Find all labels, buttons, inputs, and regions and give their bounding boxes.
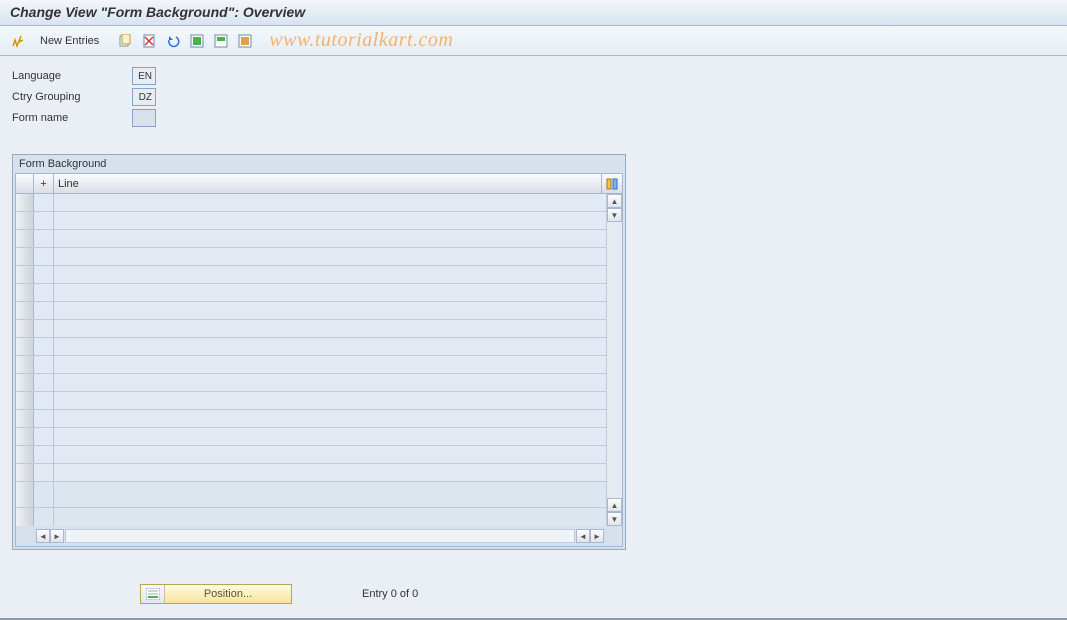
- position-button[interactable]: Position...: [140, 584, 292, 604]
- select-all-icon[interactable]: [187, 31, 207, 51]
- app-toolbar: New Entries www.tutorialkart.com: [0, 26, 1067, 56]
- col-line[interactable]: Line: [54, 174, 602, 193]
- position-icon: [141, 585, 165, 603]
- delete-icon[interactable]: [139, 31, 159, 51]
- col-configure-icon[interactable]: [602, 174, 622, 193]
- language-label: Language: [12, 70, 132, 82]
- table-row[interactable]: [16, 266, 606, 284]
- scroll-right-icon[interactable]: ►: [590, 529, 604, 543]
- copy-as-icon[interactable]: [115, 31, 135, 51]
- scroll-left-icon[interactable]: ◄: [576, 529, 590, 543]
- deselect-all-icon[interactable]: [235, 31, 255, 51]
- page-title: Change View "Form Background": Overview: [0, 0, 1067, 26]
- table-row[interactable]: [16, 194, 606, 212]
- grid-body: ▲ ▼ ▲ ▼: [16, 194, 622, 526]
- field-form-name: Form name: [12, 108, 1055, 128]
- ctry-grouping-input[interactable]: [132, 88, 156, 106]
- table-row[interactable]: [16, 356, 606, 374]
- watermark-text: www.tutorialkart.com: [269, 29, 453, 52]
- scroll-down-icon[interactable]: ▼: [607, 512, 622, 526]
- table-row[interactable]: [16, 230, 606, 248]
- form-name-label: Form name: [12, 112, 132, 124]
- toggle-display-icon[interactable]: [8, 31, 28, 51]
- table-row[interactable]: [16, 446, 606, 464]
- col-select-all[interactable]: [16, 174, 34, 193]
- grid: + Line: [15, 173, 623, 547]
- form-name-input[interactable]: [132, 109, 156, 127]
- table-row[interactable]: [16, 428, 606, 446]
- footer-bar: Position... Entry 0 of 0: [12, 584, 1055, 604]
- grid-header: + Line: [16, 174, 622, 194]
- scroll-up-icon[interactable]: ▲: [607, 498, 622, 512]
- table-row[interactable]: [16, 284, 606, 302]
- col-plus[interactable]: +: [34, 174, 54, 193]
- table-row[interactable]: [16, 464, 606, 482]
- table-row[interactable]: [16, 508, 606, 526]
- table-row[interactable]: [16, 212, 606, 230]
- entry-count: Entry 0 of 0: [362, 588, 418, 600]
- content-area: Language Ctry Grouping Form name Form Ba…: [0, 56, 1067, 604]
- table-row[interactable]: [16, 248, 606, 266]
- undo-change-icon[interactable]: [163, 31, 183, 51]
- table-row[interactable]: [16, 374, 606, 392]
- new-entries-button[interactable]: New Entries: [32, 33, 107, 49]
- scroll-right-icon[interactable]: ►: [50, 529, 64, 543]
- field-ctry-grouping: Ctry Grouping: [12, 87, 1055, 107]
- vertical-scrollbar[interactable]: ▲ ▼ ▲ ▼: [606, 194, 622, 526]
- table-row[interactable]: [16, 410, 606, 428]
- position-label: Position...: [165, 588, 291, 600]
- form-background-panel: Form Background + Line: [12, 154, 626, 550]
- field-language: Language: [12, 66, 1055, 86]
- scroll-up-icon[interactable]: ▲: [607, 194, 622, 208]
- horizontal-scrollbar[interactable]: ◄ ► ◄ ►: [16, 526, 622, 546]
- table-row[interactable]: [16, 320, 606, 338]
- ctry-grouping-label: Ctry Grouping: [12, 91, 132, 103]
- scroll-down-icon[interactable]: ▼: [607, 208, 622, 222]
- table-row[interactable]: [16, 338, 606, 356]
- table-row[interactable]: [16, 482, 606, 508]
- table-row[interactable]: [16, 302, 606, 320]
- table-row[interactable]: [16, 392, 606, 410]
- panel-title: Form Background: [13, 155, 625, 173]
- select-block-icon[interactable]: [211, 31, 231, 51]
- language-input[interactable]: [132, 67, 156, 85]
- scroll-left-icon[interactable]: ◄: [36, 529, 50, 543]
